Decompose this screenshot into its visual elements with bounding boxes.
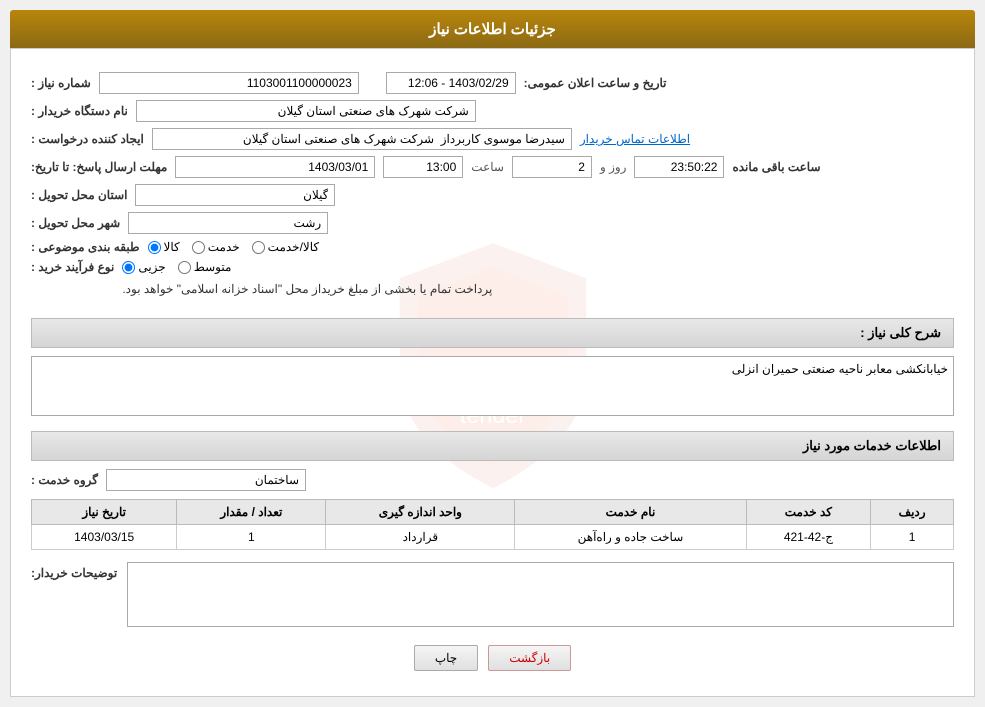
footer-buttons: بازگشت چاپ [31,645,954,681]
radio-motovaset-item[interactable]: متوسط [178,260,232,274]
radio-jozi-label: جزیی [138,260,165,274]
col-tedad: تعداد / مقدار [177,500,326,525]
radio-motovaset-label: متوسط [194,260,232,274]
services-table: ردیف کد خدمت نام خدمت واحد اندازه گیری ت… [31,499,954,550]
radio-kala-khadamat-item[interactable]: کالا/خدمت [252,240,319,254]
col-radif: ردیف [871,500,954,525]
tarikh-input[interactable] [386,72,516,94]
col-kod: کد خدمت [746,500,871,525]
radio-motovaset[interactable] [178,261,191,274]
shahr-label: شهر محل تحویل : [31,216,120,230]
print-button[interactable]: چاپ [414,645,478,671]
ostan-label: استان محل تحویل : [31,188,127,202]
sharh-koli-label: شرح کلی نیاز : [860,325,941,340]
khadamat-section: اطلاعات خدمات مورد نیاز [31,431,954,461]
shomare-niaz-input[interactable] [99,72,359,94]
radio-khadamat-item[interactable]: خدمت [192,240,240,254]
date-input[interactable] [175,156,375,178]
faryand-group: متوسط جزیی [122,260,231,274]
ettela-link[interactable]: اطلاعات تماس خریدار [580,132,690,146]
mohlat-label: مهلت ارسال پاسخ: تا تاریخ: [31,160,167,174]
shomare-niaz-label: شماره نیاز : [31,76,91,90]
radio-kala-khadamat-label: کالا/خدمت [268,240,319,254]
saat-input[interactable] [383,156,463,178]
radio-jozi-item[interactable]: جزیی [122,260,165,274]
radio-jozi[interactable] [122,261,135,274]
radio-kala[interactable] [148,241,161,254]
col-vahed: واحد اندازه گیری [326,500,515,525]
ostan-input[interactable] [135,184,335,206]
saat-label: ساعت [471,160,504,174]
page-title: جزئیات اطلاعات نیاز [429,21,556,38]
faryand-note: پرداخت تمام یا بخشی از مبلغ خریداز محل "… [122,278,492,300]
col-tarikh: تاریخ نیاز [32,500,177,525]
nam-dastgah-label: نام دستگاه خریدار : [31,104,128,118]
radio-khadamat[interactable] [192,241,205,254]
sharh-koli-section: شرح کلی نیاز : [31,318,954,348]
tarikh-label: تاریخ و ساعت اعلان عمومی: [524,76,667,90]
tosih-kharidar-textarea[interactable] [127,562,954,627]
grohe-khadamat-input[interactable] [106,469,306,491]
tabaqe-group: کالا/خدمت خدمت کالا [148,240,320,254]
radio-kala-item[interactable]: کالا [148,240,180,254]
roz-input[interactable] [512,156,592,178]
roz-label: روز و [600,160,627,174]
back-button[interactable]: بازگشت [488,645,571,671]
sharh-koli-textarea[interactable]: خیابانکشی معابر ناحیه صنعتی حمیران انزلی [31,356,954,416]
nam-dastgah-input[interactable] [136,100,476,122]
ijad-konande-label: ایجاد کننده درخواست : [31,132,144,146]
table-row: 1ج-42-421ساخت جاده و راه‌آهنقرارداد11403… [32,525,954,550]
ijad-konande-input[interactable] [152,128,572,150]
faryand-label: نوع فرآیند خرید : [31,260,114,274]
tabaqe-label: طبقه بندی موضوعی : [31,240,140,254]
grohe-khadamat-label: گروه خدمت : [31,473,98,487]
baghi-mande-input[interactable] [634,156,724,178]
khadamat-label: اطلاعات خدمات مورد نیاز [803,438,941,453]
radio-kala-label: کالا [164,240,180,254]
page-header: جزئیات اطلاعات نیاز [10,10,975,48]
baghi-mande-label: ساعت باقی مانده [732,160,820,174]
tosih-kharidar-label: توضیحات خریدار: [31,562,117,580]
shahr-input[interactable] [128,212,328,234]
col-nam: نام خدمت [515,500,746,525]
radio-kala-khadamat[interactable] [252,241,265,254]
radio-khadamat-label: خدمت [208,240,240,254]
